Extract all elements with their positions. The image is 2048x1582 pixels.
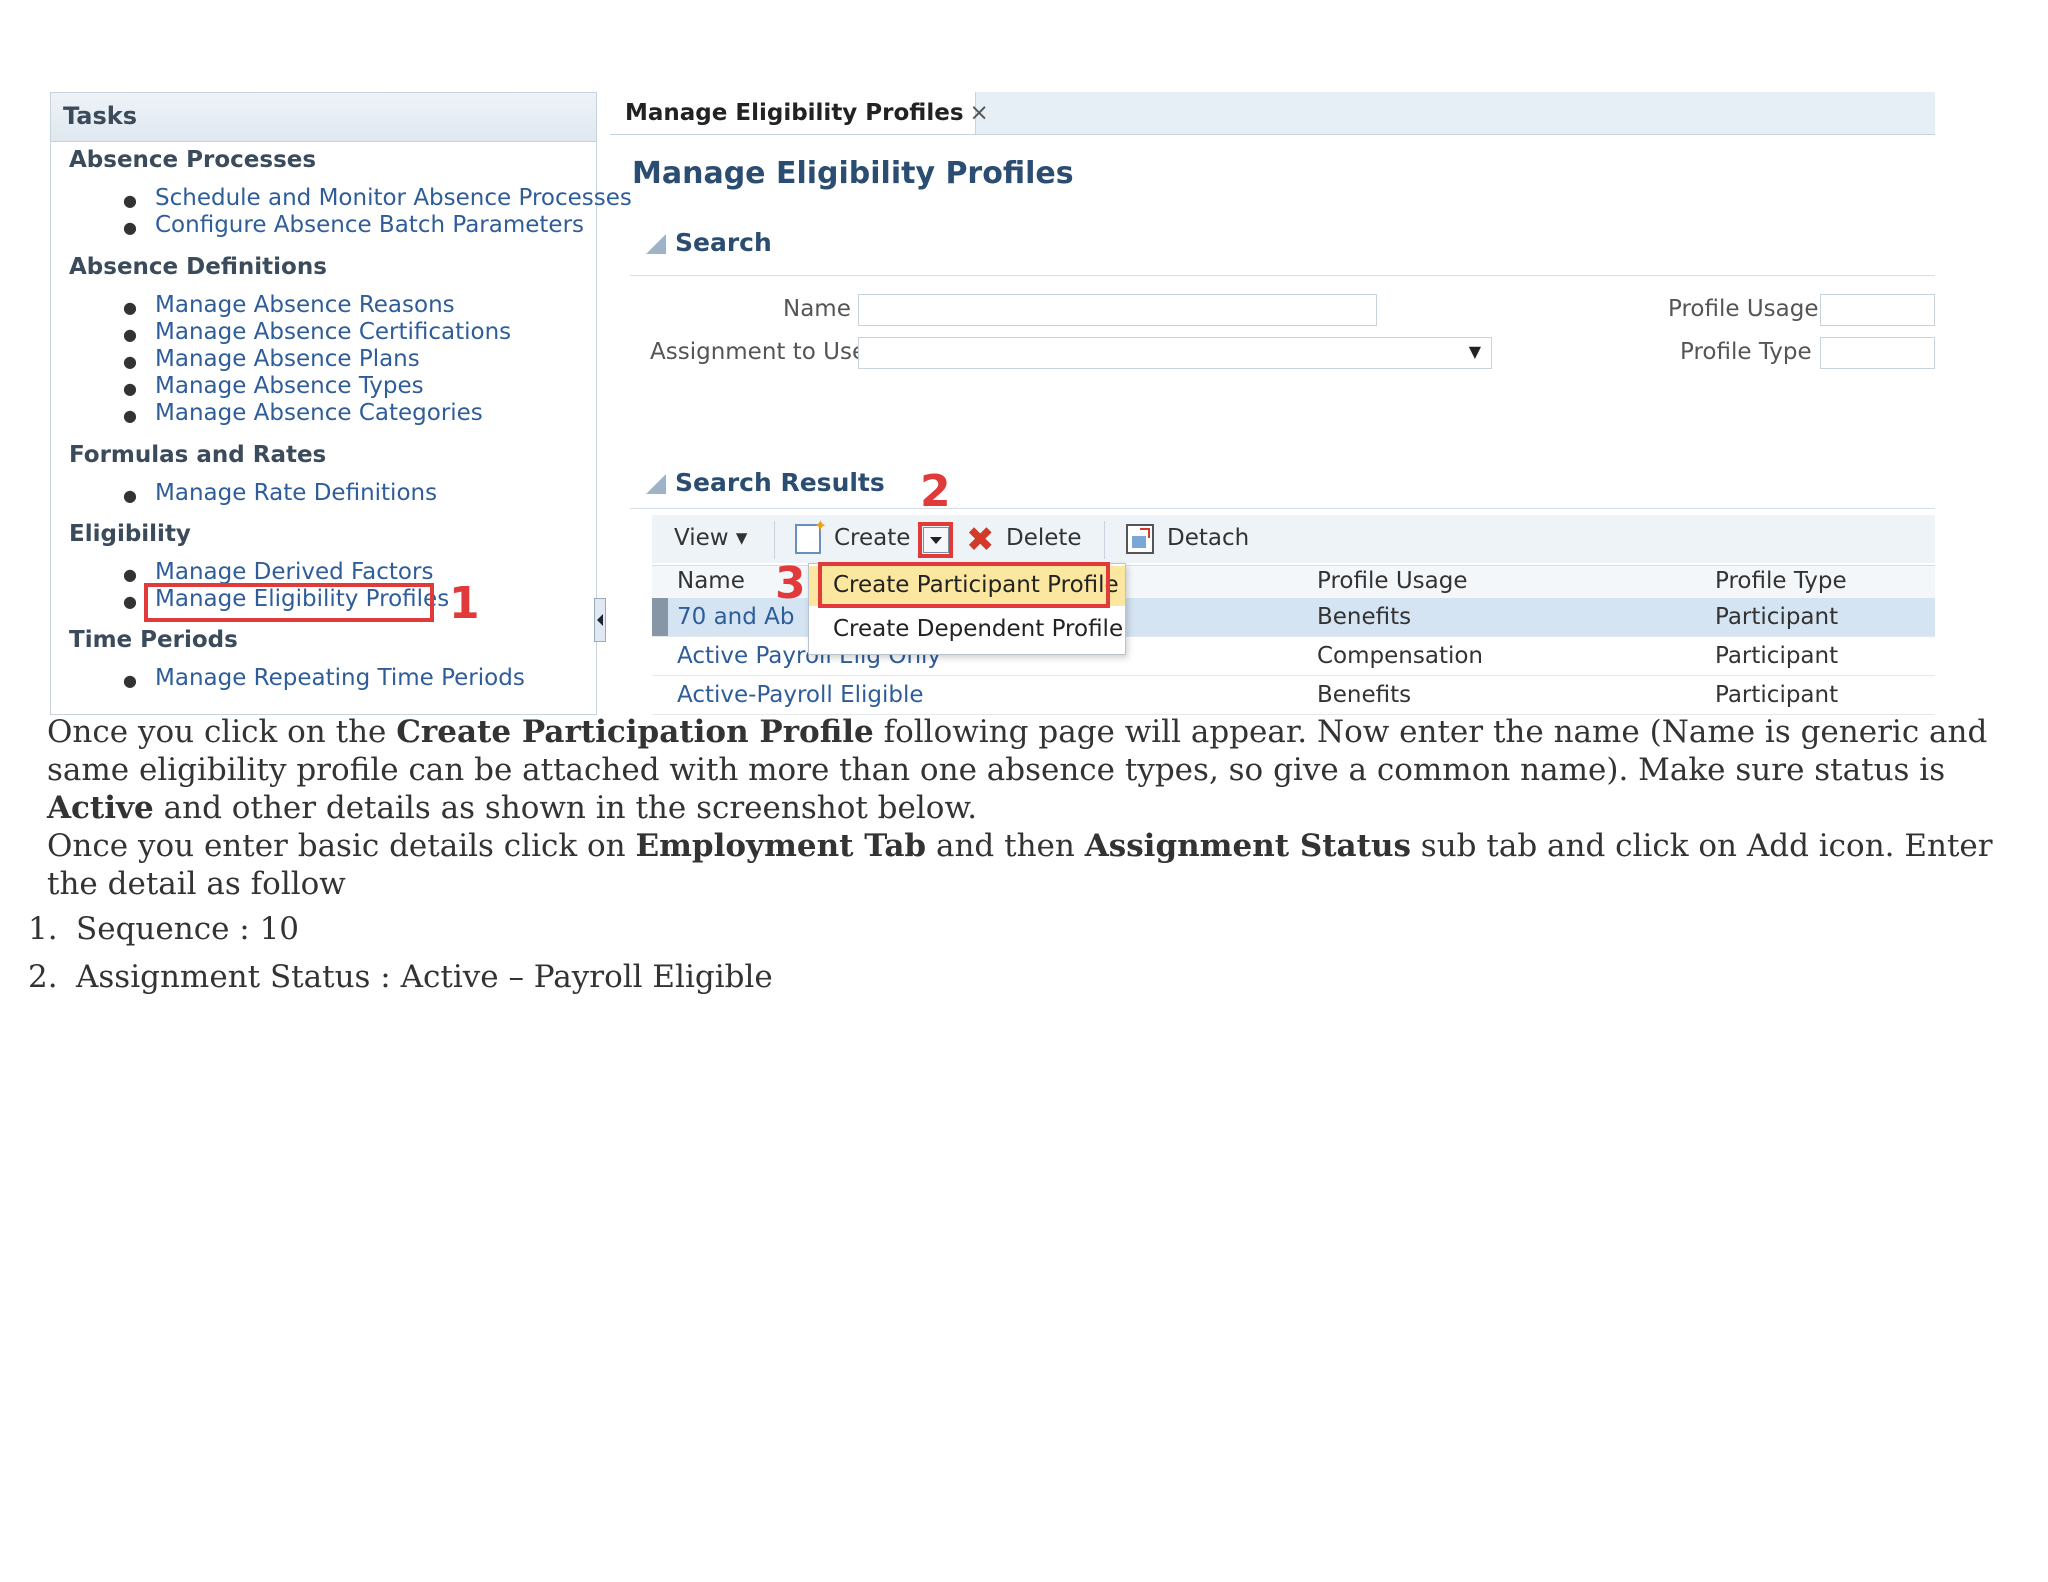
bullet: ●: [123, 379, 137, 398]
callout-box-2: [918, 522, 953, 558]
page-title: Manage Eligibility Profiles: [632, 156, 1074, 191]
cell-type: Participant: [1715, 682, 1839, 708]
delete-icon[interactable]: ✖: [966, 523, 995, 557]
cell-usage: Compensation: [1317, 643, 1483, 669]
callout-box-3: [818, 562, 1110, 608]
callout-box-1: [144, 583, 434, 622]
bullet: ●: [123, 406, 137, 425]
bold-text: Active: [47, 790, 154, 826]
tab-strip: Manage Eligibility Profiles ×: [610, 92, 1935, 135]
task-group-eligibility: Eligibility: [69, 521, 191, 547]
close-icon[interactable]: ×: [970, 100, 989, 126]
create-button[interactable]: Create: [834, 525, 910, 551]
column-header-profile-usage[interactable]: Profile Usage: [1317, 568, 1468, 594]
bold-text: Create Participation Profile: [396, 714, 874, 750]
text: and then: [926, 828, 1085, 864]
bullet: ●: [123, 565, 137, 584]
list-text: Sequence : 10: [76, 911, 300, 947]
callout-number-3: 3: [775, 558, 806, 609]
collapse-panel-handle[interactable]: [594, 598, 606, 642]
bullet: ●: [123, 671, 137, 690]
divider: [630, 275, 1935, 276]
list-number: 2.: [28, 959, 58, 995]
column-header-name[interactable]: Name: [677, 568, 745, 594]
column-header-profile-type[interactable]: Profile Type: [1715, 568, 1847, 594]
bullet: ●: [123, 298, 137, 317]
paragraph-2: Once you enter basic details click on Em…: [47, 827, 2007, 903]
row-selector[interactable]: [652, 598, 668, 636]
bullet: ●: [123, 325, 137, 344]
detach-button[interactable]: Detach: [1167, 525, 1249, 551]
bold-text: Assignment Status: [1084, 828, 1411, 864]
bold-text: Employment Tab: [635, 828, 927, 864]
profile-usage-label: Profile Usage: [1668, 296, 1819, 322]
text: and other details as shown in the screen…: [153, 790, 978, 826]
collapse-triangle-icon[interactable]: [646, 234, 666, 254]
name-input[interactable]: [858, 294, 1377, 326]
name-label: Name: [783, 296, 851, 322]
bullet: ●: [123, 191, 137, 210]
bullet: ●: [123, 592, 137, 611]
create-icon[interactable]: [795, 516, 827, 554]
cell-type: Participant: [1715, 643, 1839, 669]
task-link-derived-factors[interactable]: Manage Derived Factors: [155, 559, 433, 585]
tab-label: Manage Eligibility Profiles: [625, 100, 964, 126]
delete-button[interactable]: Delete: [1006, 525, 1082, 551]
task-link-absence-plans[interactable]: Manage Absence Plans: [155, 346, 420, 372]
task-link-rate-definitions[interactable]: Manage Rate Definitions: [155, 480, 437, 506]
cell-type: Participant: [1715, 604, 1839, 630]
collapse-triangle-icon[interactable]: [646, 474, 666, 494]
text: Once you click on the: [47, 714, 397, 750]
dropdown-arrow-icon: ▼: [1468, 342, 1481, 361]
tasks-title: Tasks: [51, 93, 596, 142]
task-link-absence-categories[interactable]: Manage Absence Categories: [155, 400, 483, 426]
bullet: ●: [123, 486, 137, 505]
paragraph-1: Once you click on the Create Participati…: [47, 713, 2007, 827]
tab-manage-eligibility-profiles[interactable]: Manage Eligibility Profiles ×: [610, 92, 989, 134]
screenshot: Tasks Absence Processes ● Schedule and M…: [0, 0, 2048, 715]
assignment-label: Assignment to Use: [650, 339, 867, 365]
task-link-configure-batch[interactable]: Configure Absence Batch Parameters: [155, 212, 584, 238]
toolbar-separator: [774, 521, 775, 559]
list-item: 1. Sequence : 10: [28, 911, 299, 947]
cell-usage: Benefits: [1317, 604, 1412, 630]
task-link-repeating-time-periods[interactable]: Manage Repeating Time Periods: [155, 665, 525, 691]
list-number: 1.: [28, 911, 58, 947]
bullet: ●: [123, 218, 137, 237]
results-toolbar: View ▾ Create ✖ Delete Detach: [652, 515, 1935, 563]
text: Once you enter basic details click on: [47, 828, 636, 864]
task-group-absence-definitions: Absence Definitions: [69, 254, 327, 280]
view-menu[interactable]: View ▾: [674, 525, 747, 551]
cell-name[interactable]: Active-Payroll Eligible: [677, 682, 924, 708]
task-link-absence-certifications[interactable]: Manage Absence Certifications: [155, 319, 511, 345]
cell-usage: Benefits: [1317, 682, 1412, 708]
profile-usage-input[interactable]: [1820, 294, 1935, 326]
profile-type-label: Profile Type: [1680, 339, 1812, 365]
task-link-schedule-monitor[interactable]: Schedule and Monitor Absence Processes: [155, 185, 632, 211]
profile-type-input[interactable]: [1820, 337, 1935, 369]
view-label: View: [674, 525, 729, 551]
search-results-heading[interactable]: Search Results: [675, 468, 885, 497]
menu-item-create-dependent-profile[interactable]: Create Dependent Profile: [809, 610, 1125, 650]
search-heading[interactable]: Search: [675, 228, 772, 257]
task-group-formulas-rates: Formulas and Rates: [69, 442, 327, 468]
task-link-absence-reasons[interactable]: Manage Absence Reasons: [155, 292, 455, 318]
document-body: Once you click on the Create Participati…: [47, 713, 2007, 903]
detach-icon[interactable]: [1126, 524, 1154, 554]
task-link-absence-types[interactable]: Manage Absence Types: [155, 373, 424, 399]
task-group-time-periods: Time Periods: [69, 627, 238, 653]
callout-number-1: 1: [449, 578, 480, 629]
task-group-absence-processes: Absence Processes: [69, 147, 317, 173]
toolbar-separator: [1104, 521, 1105, 559]
list-item: 2. Assignment Status : Active – Payroll E…: [28, 959, 773, 995]
divider: [630, 508, 1935, 509]
callout-number-2: 2: [920, 466, 951, 517]
list-text: Assignment Status : Active – Payroll Eli…: [76, 959, 773, 995]
assignment-select[interactable]: ▼: [858, 337, 1492, 369]
table-row[interactable]: Active-Payroll Eligible Benefits Partici…: [652, 676, 1935, 715]
bullet: ●: [123, 352, 137, 371]
